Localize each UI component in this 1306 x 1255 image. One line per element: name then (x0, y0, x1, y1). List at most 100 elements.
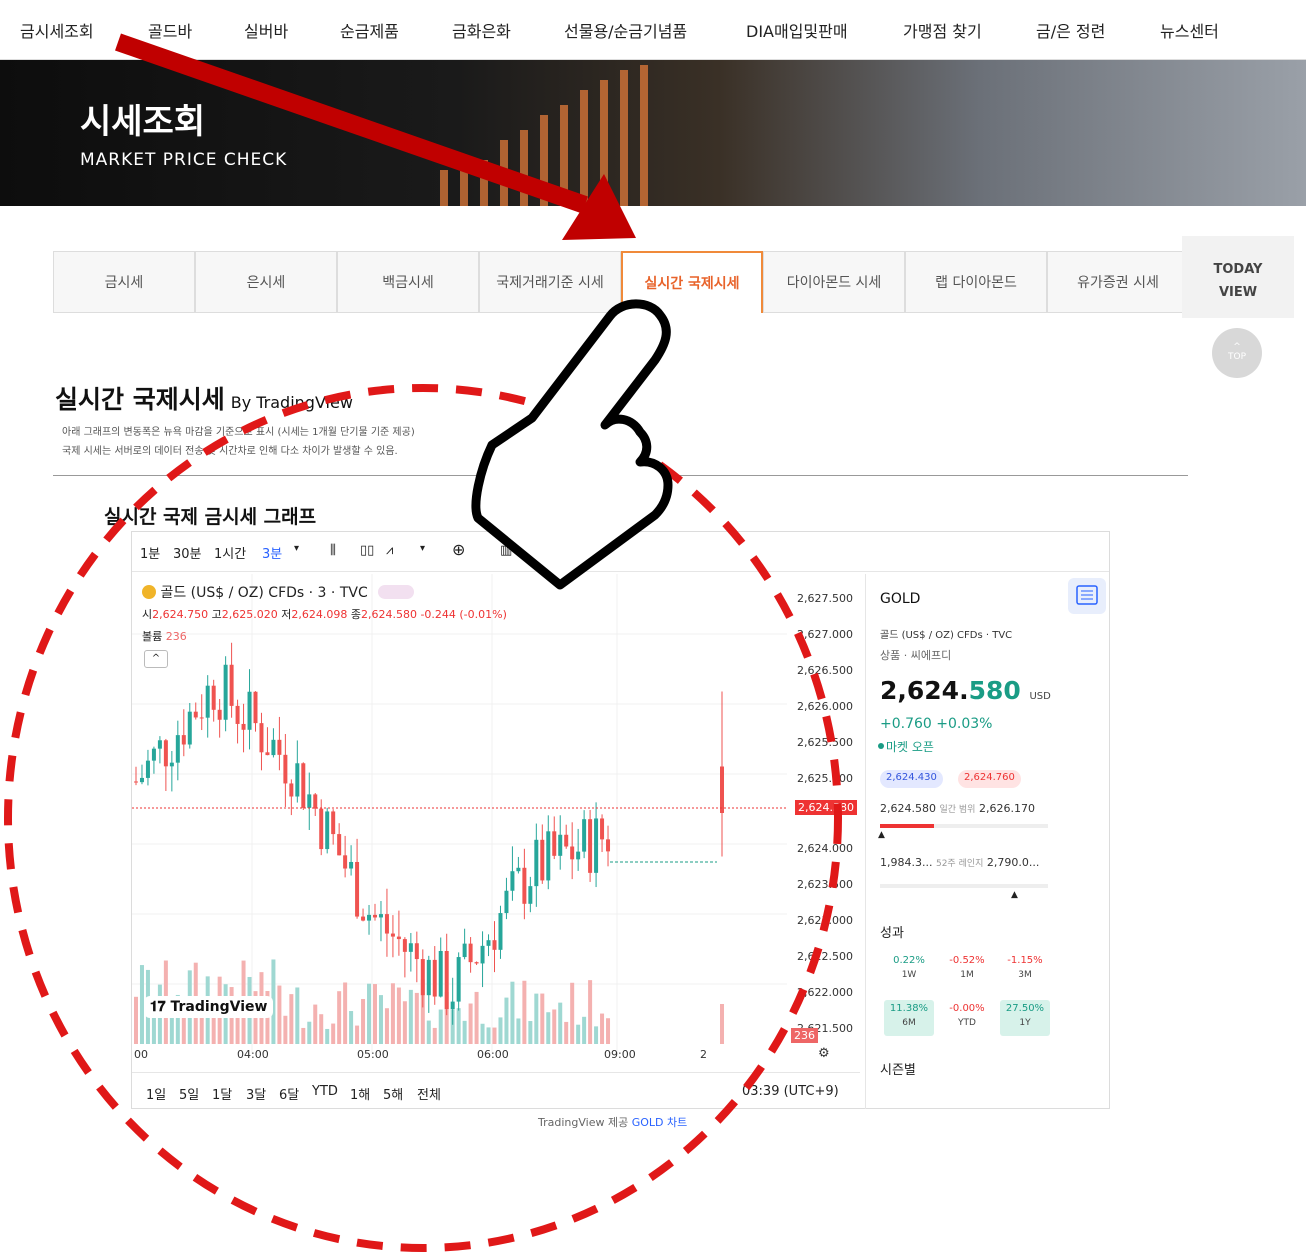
nav-gold-bar[interactable]: 골드바 (148, 18, 192, 42)
area-chart-icon[interactable]: ⩘ (386, 543, 393, 558)
candle-body (720, 766, 724, 813)
graph-title: 실시간 국제 금시세 그래프 (104, 506, 317, 528)
tab-diamond[interactable]: 다이아몬드 시세 (763, 251, 905, 313)
candle-body (540, 839, 545, 881)
nav-refining[interactable]: 금/은 정련 (1036, 18, 1105, 42)
scroll-top-button[interactable]: ^ TOP (1212, 328, 1262, 378)
candle-body (205, 685, 210, 718)
candle-body (432, 959, 437, 997)
bar-chart-icon[interactable]: ⫼ (330, 543, 336, 558)
range-ytd[interactable]: YTD (312, 1084, 338, 1099)
candle-body (486, 940, 491, 946)
tab-realtime-international[interactable]: 실시간 국제시세 (621, 251, 763, 313)
candle-body (426, 959, 431, 996)
volume-bar (307, 1021, 312, 1044)
tab-international-standard[interactable]: 국제거래기준 시세 (479, 251, 621, 313)
nav-pure-gold[interactable]: 순금제품 (340, 18, 399, 42)
volume-bar (492, 1027, 497, 1044)
candle-body (259, 723, 264, 753)
price-decimals: 580 (968, 676, 1021, 705)
tab-lab-diamond[interactable]: 랩 다이아몬드 (905, 251, 1047, 313)
price-change: +0.760 +0.03% (880, 716, 993, 732)
volume-bar (582, 1016, 587, 1044)
symbol-name[interactable]: 골드 (US$ / OZ) CFDs · 3 · TVC (160, 585, 367, 601)
range-all[interactable]: 전체 (417, 1084, 441, 1103)
range-5y[interactable]: 5해 (383, 1084, 403, 1103)
range-3m[interactable]: 3달 (246, 1084, 266, 1103)
price-tick: 2,625.000 (797, 772, 853, 785)
tab-platinum[interactable]: 백금시세 (337, 251, 479, 313)
volume-bar (134, 996, 138, 1044)
volume-bar (283, 1015, 288, 1044)
performance-cell-3m[interactable]: -1.15% 3M (1000, 952, 1050, 988)
nav-coins[interactable]: 금화은화 (452, 18, 511, 42)
nav-stores[interactable]: 가맹점 찾기 (903, 18, 982, 42)
chevron-down-icon[interactable]: ▾ (294, 543, 299, 554)
candle-body (199, 717, 204, 719)
settings-icon[interactable]: ⚙ (818, 1046, 830, 1061)
range-6m[interactable]: 6달 (279, 1084, 299, 1103)
candle-body (343, 855, 348, 869)
candle-body (456, 957, 461, 1002)
nav-silver-bar[interactable]: 실버바 (244, 18, 288, 42)
performance-cell-1w[interactable]: 0.22% 1W (884, 952, 934, 988)
chevron-down-icon[interactable]: ▾ (420, 543, 425, 554)
nav-dia[interactable]: DIA매입및판매 (746, 18, 848, 42)
interval-3m[interactable]: 3분 (262, 543, 282, 562)
candle-body (265, 752, 270, 756)
candle-body (151, 748, 156, 761)
credit-link[interactable]: GOLD 차트 (632, 1116, 688, 1129)
candle-chart-icon[interactable]: ▯▯ (360, 543, 374, 558)
candle-body (402, 939, 407, 952)
performance-value: 0.22% (893, 955, 925, 966)
range-1d[interactable]: 1일 (146, 1084, 166, 1103)
candle-body (271, 739, 276, 756)
volume-bar (301, 1027, 306, 1044)
interval-1m[interactable]: 1분 (140, 543, 160, 562)
candle-body (414, 943, 419, 960)
symbol-full-name[interactable]: 골드 (US$ / OZ) CFDs · TVC (880, 626, 1012, 641)
candle-body (606, 839, 611, 852)
compare-icon[interactable]: ▥ (500, 543, 512, 558)
performance-cell-1y[interactable]: 27.50% 1Y (1000, 1000, 1050, 1036)
tab-securities[interactable]: 유가증권 시세 (1047, 251, 1189, 313)
section-description-1: 아래 그래프의 변동폭은 뉴욕 마감을 기준으로 표시 (시세는 1개월 단기물… (62, 427, 415, 438)
low-value: 2,624.098 (291, 608, 348, 621)
price-tabs: 금시세 은시세 백금시세 국제거래기준 시세 실시간 국제시세 다이아몬드 시세… (53, 251, 1189, 313)
price-tick: 2,625.500 (797, 736, 853, 749)
volume-bar (325, 1028, 330, 1044)
nav-gifts[interactable]: 선물용/순금기념품 (564, 18, 687, 42)
volume-bar (468, 1003, 473, 1044)
performance-cell-ytd[interactable]: -0.00% YTD (942, 1000, 992, 1036)
day-range: 2,624.580 일간 범위 2,626.170 (880, 802, 1035, 815)
nav-news[interactable]: 뉴스센터 (1160, 18, 1219, 42)
performance-value: 11.38% (889, 1003, 929, 1014)
performance-value: -0.52% (949, 955, 985, 966)
details-panel-icon[interactable] (1068, 578, 1106, 614)
collapse-legend-button[interactable]: ^ (144, 650, 168, 668)
performance-cell-1m[interactable]: -0.52% 1M (942, 952, 992, 988)
candle-body (396, 936, 401, 940)
tab-silver[interactable]: 은시세 (195, 251, 337, 313)
range-1m[interactable]: 1달 (212, 1084, 232, 1103)
volume-bar (277, 985, 282, 1044)
performance-cell-6m[interactable]: 11.38% 6M (884, 1000, 934, 1036)
range-5d[interactable]: 5일 (179, 1084, 199, 1103)
add-indicator-icon[interactable]: ⊕ (452, 540, 465, 559)
volume-bar (552, 1009, 557, 1044)
change-value: -0.244 (-0.01%) (420, 608, 507, 621)
tradingview-logo[interactable]: 𝟏𝟕 TradingView (144, 996, 274, 1018)
candlestick-chart[interactable] (132, 574, 860, 1068)
nav-gold-price[interactable]: 금시세조회 (20, 18, 94, 42)
tab-gold[interactable]: 금시세 (53, 251, 195, 313)
interval-30m[interactable]: 30분 (173, 543, 202, 562)
volume-bar (504, 997, 509, 1044)
ask-price: 2,624.760 (958, 770, 1021, 788)
volume-bar (528, 1021, 533, 1044)
range-1y[interactable]: 1해 (350, 1084, 370, 1103)
interval-1h[interactable]: 1시간 (214, 543, 246, 562)
today-view-panel[interactable]: TODAY VIEW (1182, 236, 1294, 318)
candle-body (253, 691, 258, 724)
volume-bar (570, 982, 575, 1044)
candle-body (570, 846, 575, 860)
